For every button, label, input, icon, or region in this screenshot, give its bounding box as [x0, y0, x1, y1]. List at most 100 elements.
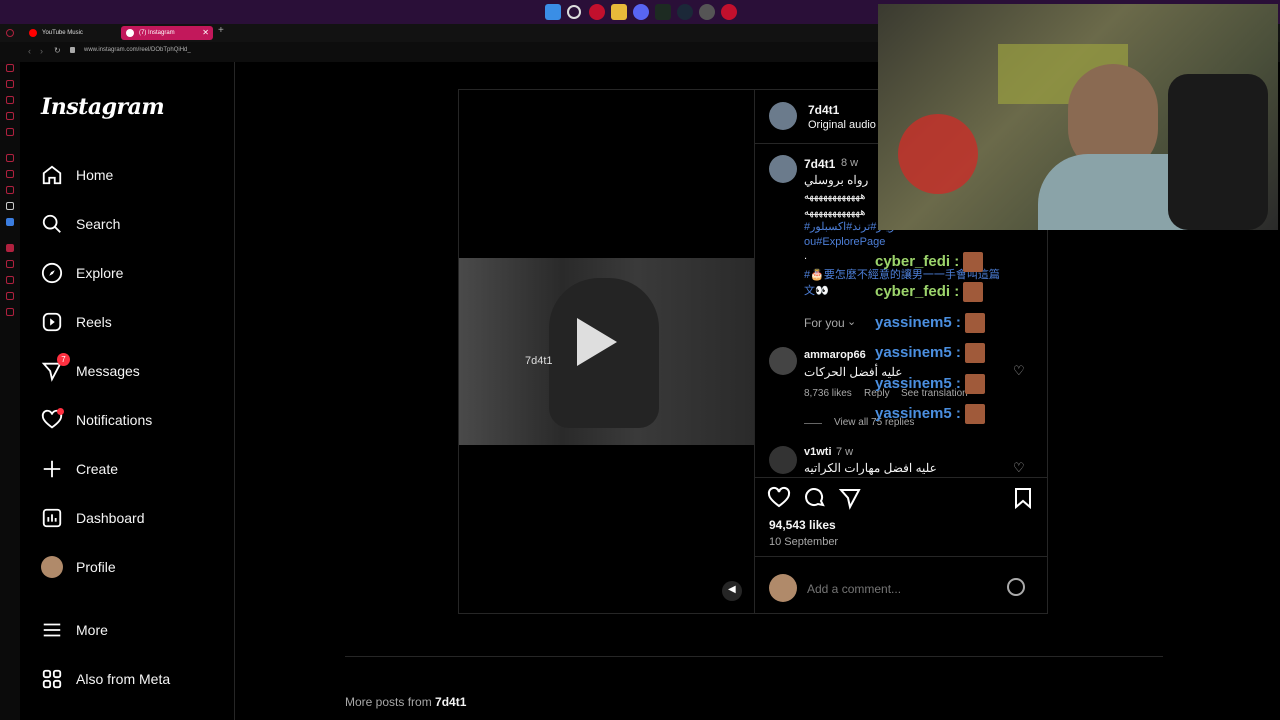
search-taskbar-icon[interactable]	[567, 5, 581, 19]
sidebar-item-reels[interactable]: Reels	[40, 305, 230, 339]
sidebar-item-label: Dashboard	[76, 510, 145, 526]
lock-icon	[70, 47, 75, 53]
sidebar-item-profile[interactable]: Profile	[40, 550, 230, 584]
sidebar-item-search[interactable]: Search	[40, 207, 230, 241]
sidebar-item-label: More	[76, 622, 108, 638]
comment-sort-dropdown[interactable]: For you	[804, 316, 845, 330]
sidebar-item-messages[interactable]: 7 Messages	[40, 353, 230, 388]
caption-line: 文👀	[804, 285, 829, 297]
tab-label: (7) Instagram	[139, 30, 175, 36]
strip-item-icon[interactable]	[6, 244, 14, 252]
sidebar-item-label: Messages	[76, 363, 140, 379]
forward-icon[interactable]: ›	[40, 46, 43, 56]
terminal-icon[interactable]	[655, 4, 671, 20]
opera-menu-icon[interactable]	[6, 29, 14, 37]
more-posts-prefix: More posts from	[345, 695, 432, 709]
back-icon[interactable]: ‹	[28, 46, 31, 56]
chat-message: yassinem5 :	[875, 404, 985, 424]
more-posts-author[interactable]: 7d4t1	[435, 695, 466, 709]
video-watermark: 7d4t1	[525, 355, 553, 367]
strip-item-icon[interactable]	[6, 96, 14, 104]
emote-icon	[964, 313, 985, 333]
post-likes[interactable]: 94,543 likes	[769, 518, 836, 532]
strip-item-icon[interactable]	[6, 64, 14, 72]
heart-icon[interactable]: ♡	[1013, 460, 1025, 476]
mute-button[interactable]: ◀	[722, 581, 742, 601]
strip-item-icon[interactable]	[6, 154, 14, 162]
author-avatar[interactable]	[769, 102, 797, 130]
emoji-icon[interactable]	[1007, 578, 1025, 596]
my-avatar[interactable]	[769, 574, 797, 602]
caption-age: 8 w	[841, 157, 859, 169]
save-icon[interactable]	[1011, 486, 1035, 515]
strip-item-icon[interactable]	[6, 308, 14, 316]
reels-icon	[40, 310, 64, 334]
strip-item-icon[interactable]	[6, 260, 14, 268]
comment-likes[interactable]: 8,736 likes	[804, 388, 852, 399]
strip-item-icon[interactable]	[6, 170, 14, 178]
author-username[interactable]: 7d4t1	[808, 103, 839, 117]
play-icon[interactable]	[577, 318, 617, 366]
comment-divider	[755, 556, 1047, 557]
strip-item-icon[interactable]	[6, 128, 14, 136]
post-date: 10 September	[769, 536, 839, 548]
comment-input[interactable]	[805, 578, 999, 600]
sidebar-item-dashboard[interactable]: Dashboard	[40, 501, 230, 535]
sidebar-item-notifications[interactable]: Notifications	[40, 403, 230, 437]
opera-icon[interactable]	[589, 4, 605, 20]
reload-icon[interactable]: ↻	[54, 46, 61, 55]
steam-icon[interactable]	[677, 4, 693, 20]
tab-youtube-music[interactable]: YouTube Music	[24, 26, 119, 40]
strip-item-icon[interactable]	[6, 276, 14, 284]
strip-item-icon[interactable]	[6, 292, 14, 300]
obs-icon[interactable]	[699, 4, 715, 20]
messenger-icon: 7	[40, 353, 70, 383]
sidebar-item-create[interactable]: Create	[40, 452, 230, 486]
app-icon[interactable]	[721, 4, 737, 20]
chevron-down-icon[interactable]: ⌄	[847, 315, 856, 328]
emote-icon	[963, 282, 984, 302]
url-field[interactable]: www.instagram.com/reel/DObTphQiHd_	[84, 47, 191, 53]
strip-item-icon[interactable]	[6, 112, 14, 120]
sidebar-item-also-from-meta[interactable]: Also from Meta	[40, 662, 230, 696]
x-icon[interactable]	[6, 202, 14, 210]
compass-icon	[40, 261, 64, 285]
strip-item-icon[interactable]	[6, 186, 14, 194]
caption-hashtags[interactable]: ou#ExplorePage	[804, 236, 885, 248]
sidebar-item-home[interactable]: Home	[40, 158, 230, 192]
audio-label[interactable]: Original audio	[808, 119, 876, 131]
chat-message: yassinem5 :	[875, 343, 985, 363]
strip-item-icon[interactable]	[6, 218, 14, 226]
new-tab-icon[interactable]: +	[218, 25, 224, 36]
strip-item-icon[interactable]	[6, 80, 14, 88]
chat-message: cyber_fedi :	[875, 282, 984, 302]
comment-icon[interactable]	[803, 486, 827, 515]
section-divider	[345, 656, 1163, 657]
close-tab-icon[interactable]: ✕	[202, 26, 209, 40]
discord-icon[interactable]	[633, 4, 649, 20]
folder-icon[interactable]	[611, 4, 627, 20]
comment-username[interactable]: v1wti	[804, 446, 832, 458]
caption-line: رواه بروسلي	[804, 173, 869, 187]
heart-icon[interactable]: ♡	[1013, 363, 1025, 379]
youtube-music-favicon	[29, 29, 37, 37]
caption-avatar[interactable]	[769, 155, 797, 183]
comment-username[interactable]: ammarop66	[804, 349, 866, 361]
tab-instagram[interactable]: (7) Instagram ✕	[121, 26, 213, 40]
messages-badge: 7	[57, 353, 70, 366]
sidebar-item-more[interactable]: More	[40, 613, 230, 647]
caption-author[interactable]: 7d4t1	[804, 157, 835, 171]
sidebar-item-explore[interactable]: Explore	[40, 256, 230, 290]
avatar-icon	[40, 555, 64, 579]
plus-icon	[40, 457, 64, 481]
emote-icon	[964, 404, 985, 424]
comment-avatar[interactable]	[769, 446, 797, 474]
share-icon[interactable]	[838, 486, 862, 515]
notification-dot	[57, 408, 64, 415]
comment-avatar[interactable]	[769, 347, 797, 375]
like-icon[interactable]	[767, 486, 791, 515]
instagram-logo[interactable]: Instagram	[41, 94, 165, 120]
reel-video-frame[interactable]: 7d4t1	[459, 258, 755, 445]
windows-start-icon[interactable]	[545, 4, 561, 20]
chat-username: cyber_fedi :	[875, 282, 960, 300]
